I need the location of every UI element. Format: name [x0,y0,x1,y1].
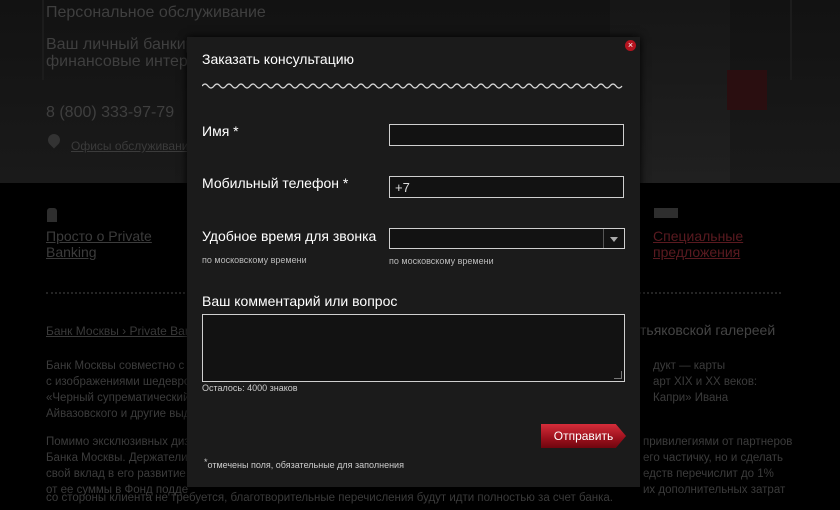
phone-label: Мобильный телефон * [202,175,348,191]
article-para2-left: Помимо эксклюзивных диз Банка Москвы. Де… [46,434,190,498]
required-note-text: отмечены поля, обязательные для заполнен… [207,460,404,470]
resize-grip-icon[interactable] [614,371,622,379]
call-time-selected [390,229,395,244]
required-star: * [233,123,239,139]
article-line: Капри» Ивана [653,392,729,404]
submit-button[interactable]: Отправить [541,424,626,448]
name-label: Имя * [202,123,239,139]
required-fields-note: *отмечены поля, обязательные для заполне… [204,457,404,470]
contact-phone: 8 (800) 333-97-79 [46,104,175,121]
article-line: свой вклад в его развитие. [46,468,190,480]
article-line: с изображениями шедевро [46,376,191,388]
article-line: Помимо эксклюзивных диз [46,436,190,448]
comment-label: Ваш комментарий или вопрос [202,293,398,309]
page-title: Персональное обслуживание [46,4,266,21]
chevron-down-icon[interactable] [603,229,624,248]
name-label-text: Имя [202,123,230,139]
phone-label-text: Мобильный телефон [202,175,339,191]
article-line: их дополнительных затрат [643,484,786,496]
characters-left-counter: Осталось: 4000 знаков [202,383,298,393]
call-time-label: Удобное время для звонка [202,228,377,244]
breadcrumb[interactable]: Банк Москвы › Private Bank [46,324,198,338]
article-line: Банк Москвы совместно с [46,360,185,372]
name-field[interactable] [389,124,624,146]
wavy-divider [202,83,623,89]
photo-decor [727,70,767,110]
article-para2-right: привилегиями от партнеров его частичку, … [643,434,792,498]
mobile-phone-field[interactable] [389,176,624,198]
page-subtitle: Ваш личный банкир финансовые интер [46,36,195,70]
article-line: привилегиями от партнеров [643,436,793,448]
article-last-line: со стороны клиента не требуется, благотв… [46,492,613,504]
private-banking-link[interactable]: Просто о Private Banking [46,228,176,260]
tag-icon [654,208,678,218]
article-text-left: Банк Москвы совместно с с изображениями … [46,358,190,422]
required-star: * [204,457,208,467]
close-icon[interactable]: × [625,40,636,51]
article-line: Айвазовского и другие выд [46,408,191,420]
article-line: дукт — карты [653,360,726,372]
dialog-title: Заказать консультацию [202,51,355,67]
call-time-select-hint: по московскому времени [389,256,494,266]
header-right-ornament [790,0,812,80]
call-time-hint: по московскому времени [202,255,307,265]
article-line: арт XIX и XX веков: [653,376,758,388]
offices-link[interactable]: Офисы обслуживания [71,139,195,153]
comment-textarea[interactable] [202,314,625,382]
article-heading: тьяковской галереей [640,322,776,338]
required-star: * [342,175,349,191]
article-line: «Черный супрематический [46,392,190,404]
consultation-dialog: Заказать консультацию × Имя * Мобильный … [187,37,640,487]
call-time-select[interactable] [389,228,625,249]
special-offers-link[interactable]: Специальные предложения [653,228,773,260]
person-icon [47,208,57,222]
header-left-ornament [22,0,44,80]
article-line: едств перечислит до 1% [643,468,774,480]
article-text-right: дукт — карты арт XIX и XX веков: Капри» … [653,358,757,406]
article-line: Банка Москвы. Держатели [46,452,188,464]
article-line: его частичку, но и сделать [643,452,784,464]
